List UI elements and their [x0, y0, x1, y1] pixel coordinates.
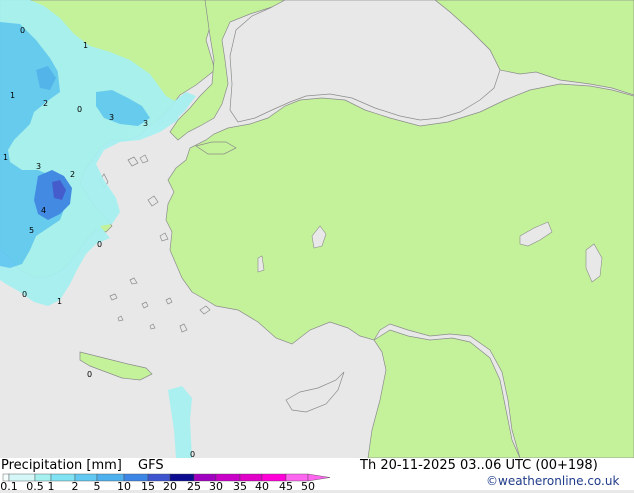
contour-label: 3 [36, 162, 41, 171]
contour-label: 0 [22, 290, 27, 299]
contour-label: 0 [77, 105, 82, 114]
legend-tick-label: 20 [163, 480, 177, 493]
valid-datetime: Th 20-11-2025 03..06 UTC (00+198) [360, 458, 598, 473]
credit-link[interactable]: ©weatheronline.co.uk [486, 474, 619, 488]
legend-tick-label: 0.5 [26, 480, 44, 493]
legend-tick-label: 0.1 [0, 480, 18, 493]
precipitation-map: 0 1 1 2 0 3 3 1 3 2 4 5 0 0 1 0 0 [0, 0, 634, 458]
legend-tick-label: 15 [141, 480, 155, 493]
contour-label: 1 [3, 153, 8, 162]
contour-label: 0 [20, 26, 25, 35]
legend-tick-label: 1 [47, 480, 55, 493]
legend-tick-label: 50 [301, 480, 315, 493]
contour-label: 5 [29, 226, 34, 235]
legend-tick-label: 35 [233, 480, 247, 493]
contour-label: 0 [97, 240, 102, 249]
chart-title: Precipitation [mm] [1, 458, 122, 473]
legend-tick-label: 40 [255, 480, 269, 493]
contour-label: 3 [109, 113, 114, 122]
contour-label: 2 [70, 170, 75, 179]
legend-tick-label: 5 [93, 480, 101, 493]
legend-tick-label: 45 [279, 480, 293, 493]
model-name: GFS [138, 458, 164, 473]
legend-tick-label: 2 [71, 480, 79, 493]
legend-tick-label: 25 [187, 480, 201, 493]
contour-label: 0 [190, 450, 195, 458]
contour-label: 1 [57, 297, 62, 306]
contour-label: 3 [143, 119, 148, 128]
legend-tick-label: 10 [117, 480, 131, 493]
contour-label: 4 [41, 206, 46, 215]
contour-label: 2 [43, 99, 48, 108]
map-footer: Precipitation [mm] GFS Th 20-11-2025 03.… [0, 458, 634, 493]
contour-label: 1 [83, 41, 88, 50]
contour-label: 0 [87, 370, 92, 379]
legend-tick-label: 30 [209, 480, 223, 493]
contour-label: 1 [10, 91, 15, 100]
